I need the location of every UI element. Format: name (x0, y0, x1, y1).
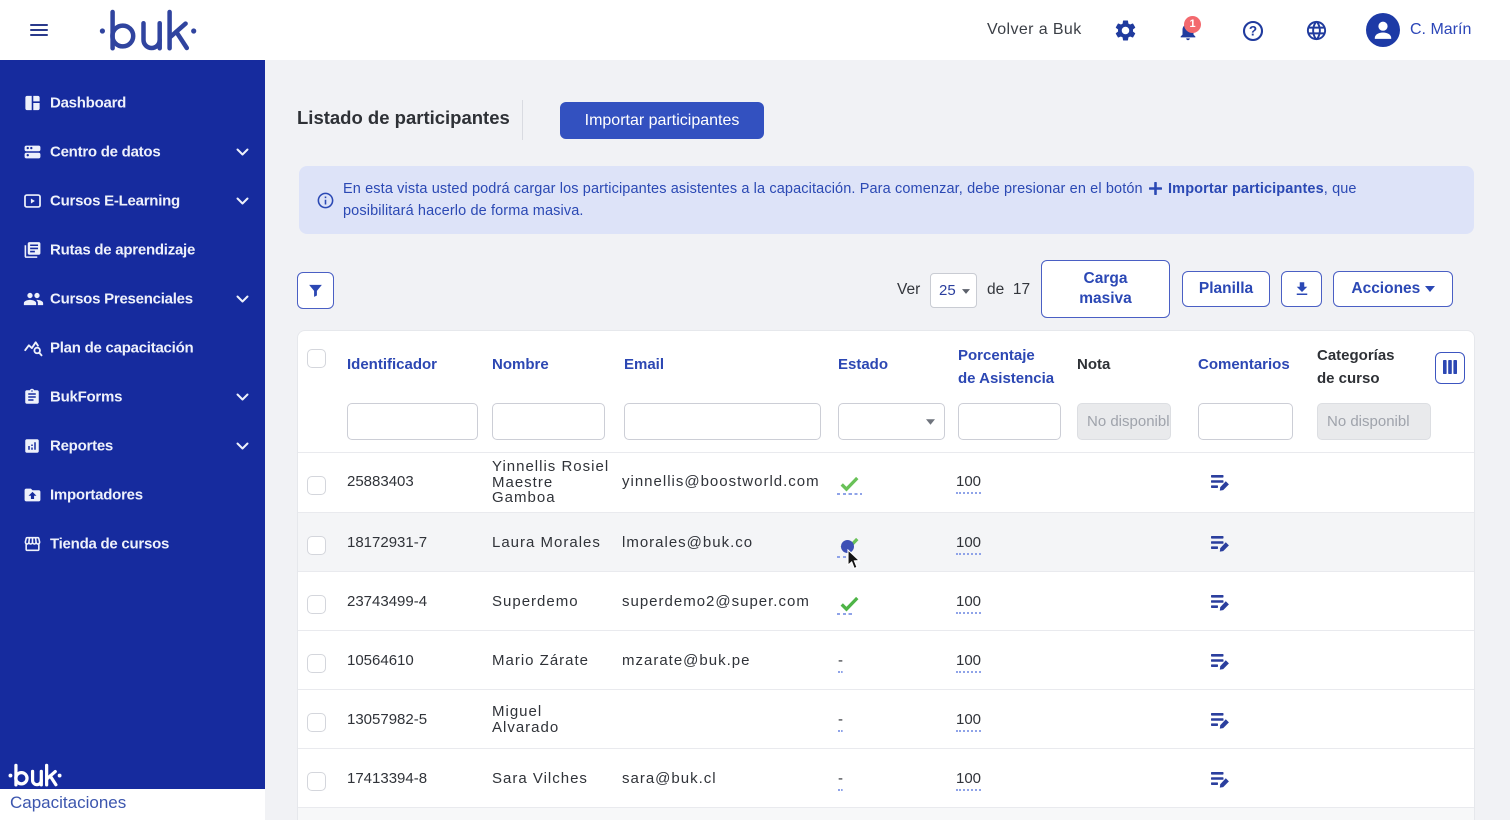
svg-text:?: ? (1249, 24, 1257, 39)
